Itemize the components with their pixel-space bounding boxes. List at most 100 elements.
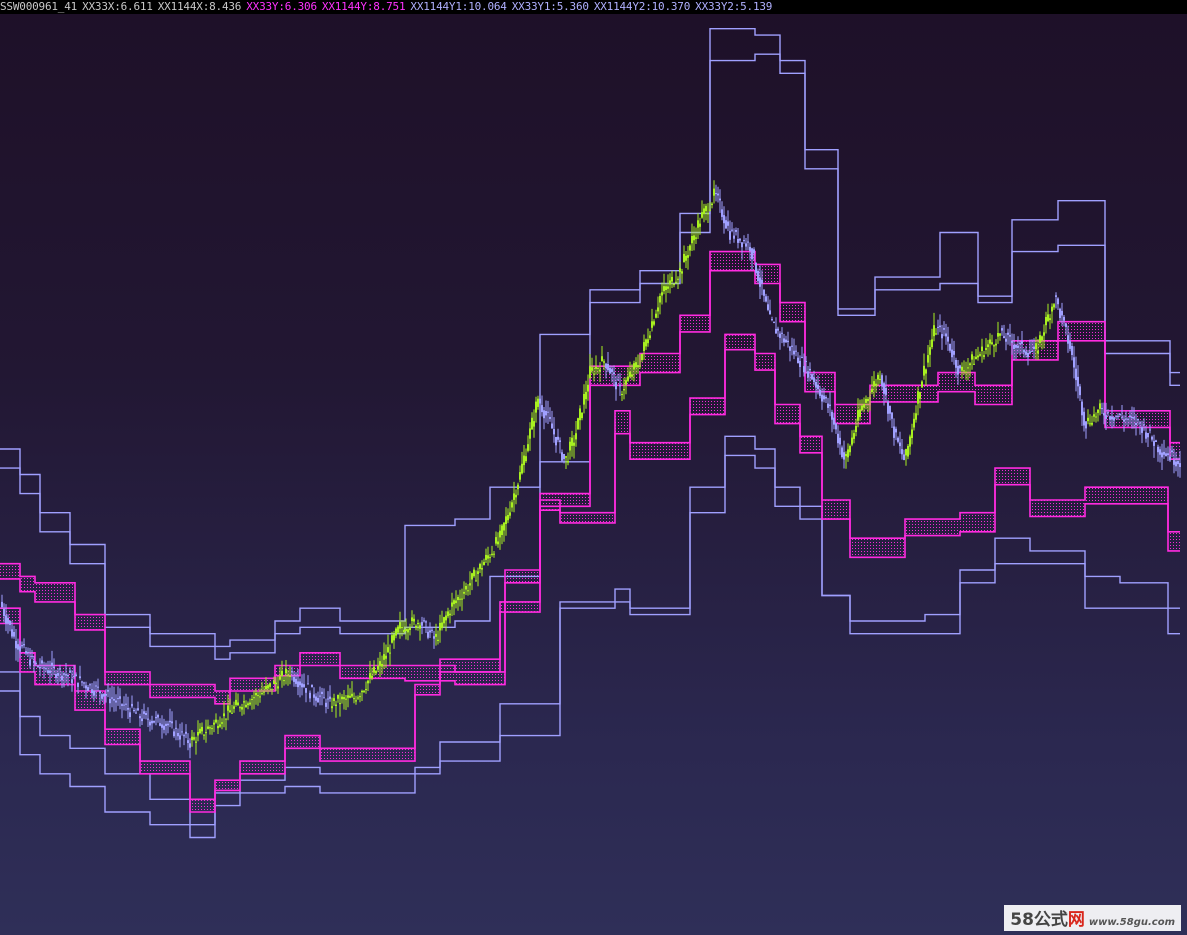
candle-body xyxy=(263,691,265,693)
candle-body xyxy=(119,696,121,699)
candle-body xyxy=(345,698,347,700)
candle-body xyxy=(457,597,459,601)
candle-body xyxy=(1075,368,1077,381)
candle-body xyxy=(325,702,327,707)
candle-body xyxy=(1047,314,1049,322)
candle-body xyxy=(441,622,443,629)
candle-body xyxy=(859,409,861,417)
candle-body xyxy=(683,253,685,263)
candle-body xyxy=(335,704,337,706)
candle-body xyxy=(25,651,27,654)
candle-body xyxy=(589,366,591,378)
candle-body xyxy=(125,703,127,705)
candle-body xyxy=(1111,416,1113,420)
candle-body xyxy=(399,622,401,629)
candle-body xyxy=(775,328,777,334)
candle-body xyxy=(91,689,93,694)
candle-body xyxy=(41,660,43,664)
legend-item: XX33Y:6.306 xyxy=(246,0,317,13)
candle-body xyxy=(941,334,943,339)
candle-body xyxy=(881,375,883,387)
candle-body xyxy=(909,436,911,447)
candle-body xyxy=(611,369,613,372)
candle-body xyxy=(1141,427,1143,433)
candle-body xyxy=(623,389,625,391)
candle-body xyxy=(9,621,11,625)
candle-body xyxy=(965,371,967,373)
candle-body xyxy=(1103,413,1105,416)
candle-body xyxy=(405,628,407,632)
candle-body xyxy=(513,493,515,500)
candle-body xyxy=(299,681,301,686)
candle-body xyxy=(729,231,731,240)
candle-body xyxy=(295,678,297,684)
candle-body xyxy=(1097,409,1099,413)
candle-body xyxy=(785,339,787,343)
candle-body xyxy=(53,666,55,668)
candle-body xyxy=(577,418,579,430)
candle-body xyxy=(535,401,537,413)
candle-body xyxy=(1045,317,1047,326)
candle-body xyxy=(173,731,175,737)
candle-body xyxy=(727,221,729,226)
candle-body xyxy=(759,277,761,287)
candle-body xyxy=(831,411,833,420)
candle-body xyxy=(539,398,541,404)
candle-body xyxy=(789,346,791,351)
candle-body xyxy=(725,220,727,229)
candle-body xyxy=(555,437,557,446)
band-fill xyxy=(1030,499,1085,517)
candle-body xyxy=(1025,351,1027,355)
candle-body xyxy=(837,433,839,444)
candle-body xyxy=(69,670,71,673)
candle-body xyxy=(1145,432,1147,439)
candle-body xyxy=(547,411,549,413)
candle-body xyxy=(985,348,987,350)
candle-body xyxy=(151,720,153,724)
candle-body xyxy=(613,372,615,375)
band-fill xyxy=(285,735,320,749)
band-fill xyxy=(640,353,680,373)
price-chart[interactable] xyxy=(0,14,1187,935)
candle-body xyxy=(467,590,469,592)
candle-body xyxy=(477,571,479,574)
band-fill xyxy=(20,576,35,592)
candle-body xyxy=(557,436,559,440)
candle-body xyxy=(465,586,467,590)
candle-body xyxy=(615,382,617,390)
candle-body xyxy=(221,722,223,724)
candle-body xyxy=(981,346,983,351)
candle-body xyxy=(531,417,533,430)
candle-body xyxy=(923,365,925,376)
candle-body xyxy=(483,562,485,565)
candle-body xyxy=(469,583,471,586)
candle-body xyxy=(485,554,487,560)
candle-body xyxy=(659,296,661,303)
candle-body xyxy=(677,278,679,280)
candle-body xyxy=(621,394,623,395)
candle-body xyxy=(685,255,687,261)
candle-body xyxy=(3,608,5,616)
legend-item: SSW000961_41 xyxy=(0,0,78,13)
candle-body xyxy=(293,676,295,682)
candle-body xyxy=(669,280,671,285)
candle-body xyxy=(1063,316,1065,321)
candle-body xyxy=(983,355,985,357)
band-fill xyxy=(455,671,505,685)
candle-body xyxy=(183,735,185,737)
candle-body xyxy=(753,249,755,254)
candle-body xyxy=(721,209,723,217)
candle-body xyxy=(387,647,389,653)
candle-body xyxy=(259,696,261,698)
candle-body xyxy=(329,696,331,699)
candle-body xyxy=(641,353,643,360)
candle-body xyxy=(713,188,715,196)
candle-body xyxy=(239,707,241,709)
candle-body xyxy=(901,449,903,455)
candle-body xyxy=(277,686,279,689)
candle-body xyxy=(603,361,605,363)
candle-body xyxy=(391,635,393,643)
candle-body xyxy=(1143,424,1145,426)
candle-body xyxy=(707,213,709,215)
candle-body xyxy=(607,364,609,371)
